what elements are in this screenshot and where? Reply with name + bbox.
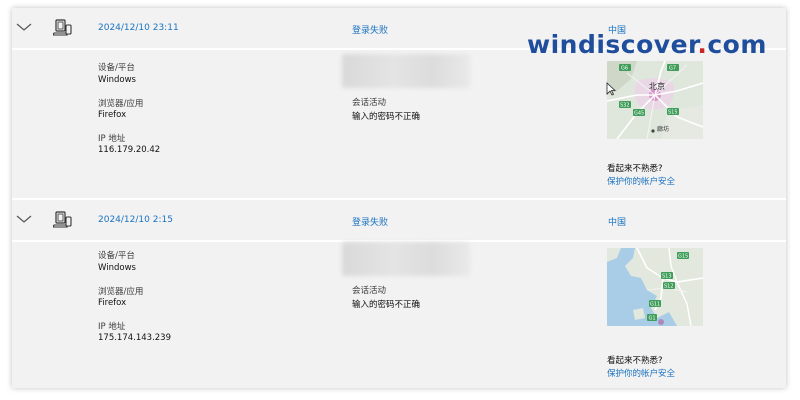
- session-value: 输入的密码不正确: [352, 300, 421, 310]
- browser-label: 浏览器/应用: [98, 287, 144, 297]
- ip-value: 175.174.143.239: [98, 333, 172, 343]
- map-road-label: G15: [678, 254, 688, 260]
- entry-result: 登录失败: [352, 26, 389, 36]
- secure-account-link[interactable]: 保护你的帐户安全: [607, 367, 675, 379]
- unfamiliar-question: 看起来不熟悉?: [607, 164, 663, 174]
- session-value: 输入的密码不正确: [352, 112, 421, 122]
- entry-result: 登录失败: [352, 218, 389, 228]
- ip-label: IP 地址: [98, 134, 126, 144]
- map-road-label: S13: [662, 274, 672, 280]
- entry-details: 设备/平台 Windows 浏览器/应用 Firefox IP 地址 116.1…: [12, 50, 786, 198]
- chevron-down-icon[interactable]: [15, 213, 33, 225]
- mouse-cursor-icon: [606, 82, 616, 96]
- redacted-block: [342, 54, 470, 88]
- map-road-label: S32: [620, 103, 630, 109]
- device-label: 设备/平台: [98, 251, 135, 261]
- session-label: 会话活动: [352, 98, 387, 108]
- map-road-label: G7: [669, 66, 676, 72]
- map-road-label: S12: [664, 284, 674, 290]
- browser-label: 浏览器/应用: [98, 99, 144, 109]
- watermark-part-2: com: [707, 30, 767, 59]
- map-road-label: G45: [634, 111, 644, 117]
- entry-details: 设备/平台 Windows 浏览器/应用 Firefox IP 地址 175.1…: [12, 242, 786, 388]
- device-value: Windows: [98, 263, 136, 273]
- redacted-block: [342, 242, 470, 276]
- activity-entry-2: 2024/12/10 2:15 登录失败 中国 设备/平台 Windows 浏览…: [12, 198, 786, 388]
- session-label: 会话活动: [352, 286, 387, 296]
- map-district-label: 廊坊: [657, 125, 669, 133]
- laptop-phone-icon: [53, 19, 72, 36]
- ip-value: 116.179.20.42: [98, 145, 161, 155]
- entry-location: 中国: [608, 218, 627, 228]
- unfamiliar-question: 看起来不熟悉?: [607, 356, 663, 366]
- sign-in-activity-panel: 2024/12/10 23:11 登录失败 中国 设备/平台 Windows 浏…: [12, 8, 786, 388]
- secure-account-link[interactable]: 保护你的帐户安全: [607, 175, 675, 187]
- watermark-part-1: windiscover: [527, 30, 698, 59]
- entry-header[interactable]: 2024/12/10 2:15 登录失败 中国: [12, 200, 786, 240]
- laptop-phone-icon: [53, 211, 72, 228]
- map-road-label: S15: [668, 110, 678, 116]
- browser-value: Firefox: [98, 298, 127, 308]
- map-city-label: 北京: [649, 81, 665, 91]
- entry-timestamp: 2024/12/10 2:15: [98, 215, 173, 225]
- map-road-label: G6: [621, 66, 628, 72]
- map-road-label: G11: [650, 302, 660, 308]
- watermark-dot: .: [697, 30, 708, 59]
- device-value: Windows: [98, 75, 136, 85]
- location-map: G15 S13 S12 G11 G1: [607, 248, 703, 326]
- location-map: G6 G7 S15 G45 S32 北京 廊坊: [607, 61, 703, 139]
- entry-timestamp: 2024/12/10 23:11: [98, 23, 179, 33]
- browser-value: Firefox: [98, 110, 127, 120]
- chevron-down-icon[interactable]: [15, 21, 33, 33]
- map-road-label: G1: [649, 316, 656, 322]
- site-watermark: windiscover.com: [527, 30, 767, 59]
- ip-label: IP 地址: [98, 322, 126, 332]
- device-label: 设备/平台: [98, 63, 135, 73]
